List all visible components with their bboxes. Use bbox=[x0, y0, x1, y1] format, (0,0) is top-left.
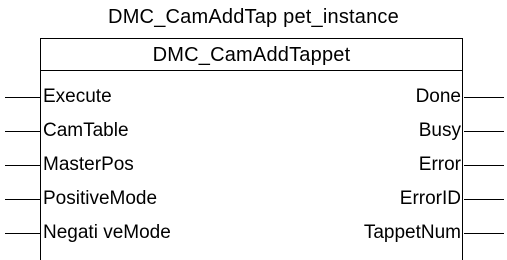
output-busy: Busy bbox=[418, 120, 461, 141]
pin-row-2: CamTable Busy bbox=[0, 116, 507, 146]
output-errorid: ErrorID bbox=[399, 188, 461, 209]
title-divider bbox=[40, 70, 463, 71]
input-masterpos: MasterPos bbox=[43, 154, 134, 175]
pin-row-1: Execute Done bbox=[0, 82, 507, 112]
input-pin-line bbox=[5, 97, 40, 98]
input-pin-line bbox=[5, 233, 40, 234]
output-pin-line bbox=[464, 233, 504, 234]
input-positivemode: PositiveMode bbox=[43, 188, 158, 209]
pin-row-4: PositiveMode ErrorID bbox=[0, 184, 507, 214]
input-camtable: CamTable bbox=[43, 120, 129, 141]
output-pin-line bbox=[464, 199, 504, 200]
instance-name: DMC_CamAddTap pet_instance bbox=[108, 6, 399, 28]
input-pin-line bbox=[5, 165, 40, 166]
function-block-title: DMC_CamAddTappet bbox=[152, 44, 351, 66]
input-negativemode: Negati veMode bbox=[43, 222, 171, 243]
input-pin-line bbox=[5, 199, 40, 200]
pin-row-5: Negati veMode TappetNum bbox=[0, 218, 507, 248]
input-execute: Execute bbox=[43, 86, 112, 107]
output-tappetnum: TappetNum bbox=[363, 222, 461, 243]
pin-row-3: MasterPos Error bbox=[0, 150, 507, 180]
output-pin-line bbox=[464, 97, 504, 98]
output-error: Error bbox=[418, 154, 461, 175]
output-pin-line bbox=[464, 165, 504, 166]
input-pin-line bbox=[5, 131, 40, 132]
output-pin-line bbox=[464, 131, 504, 132]
output-done: Done bbox=[415, 86, 461, 107]
